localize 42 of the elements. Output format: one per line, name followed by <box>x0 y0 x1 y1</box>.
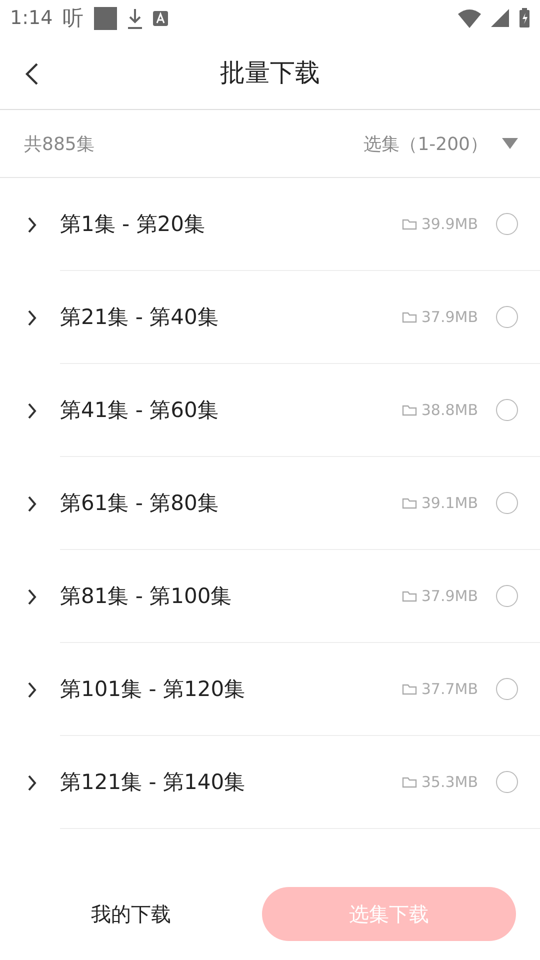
select-checkbox[interactable] <box>496 771 518 793</box>
wifi-icon <box>458 8 481 28</box>
select-checkbox[interactable] <box>496 213 518 235</box>
folder-icon <box>402 497 418 509</box>
folder-icon <box>402 683 418 695</box>
range-selector[interactable]: 选集（1-200） <box>364 132 518 156</box>
select-checkbox[interactable] <box>496 399 518 421</box>
file-size: 37.9MB <box>421 587 478 605</box>
episode-range[interactable]: 第41集 - 第60集 <box>60 396 402 424</box>
folder-icon <box>402 404 418 416</box>
folder-icon <box>402 776 418 788</box>
file-size: 38.8MB <box>421 401 478 419</box>
episode-range[interactable]: 第21集 - 第40集 <box>60 303 402 331</box>
select-checkbox[interactable] <box>496 678 518 700</box>
keyboard-icon <box>152 10 168 26</box>
signal-icon <box>491 9 509 27</box>
folder-icon <box>402 311 418 323</box>
select-checkbox[interactable] <box>496 585 518 607</box>
folder-icon <box>402 218 418 230</box>
file-size: 39.9MB <box>421 215 478 233</box>
episode-range[interactable]: 第121集 - 第140集 <box>60 768 402 796</box>
file-size: 35.3MB <box>421 773 478 791</box>
file-size: 37.9MB <box>421 308 478 326</box>
notification-glyph: 听 <box>62 5 84 32</box>
episode-range[interactable]: 第81集 - 第100集 <box>60 582 402 610</box>
square-icon <box>94 6 117 30</box>
battery-icon <box>519 8 530 28</box>
select-checkbox[interactable] <box>496 306 518 328</box>
back-icon[interactable] <box>24 62 40 86</box>
episode-range[interactable]: 第101集 - 第120集 <box>60 675 402 703</box>
select-checkbox[interactable] <box>496 492 518 514</box>
episode-range[interactable]: 第61集 - 第80集 <box>60 489 402 517</box>
download-icon <box>126 8 143 28</box>
file-size: 37.7MB <box>421 680 478 698</box>
folder-icon <box>402 590 418 602</box>
clock: 1:14 <box>10 7 53 29</box>
file-size: 39.1MB <box>421 494 478 512</box>
my-downloads-link[interactable]: 我的下载 <box>0 890 262 938</box>
page-title: 批量下载 <box>220 57 320 89</box>
dropdown-icon[interactable] <box>502 138 518 150</box>
episode-range[interactable]: 第1集 - 第20集 <box>60 210 402 238</box>
episode-count: 共885集 <box>24 132 94 156</box>
